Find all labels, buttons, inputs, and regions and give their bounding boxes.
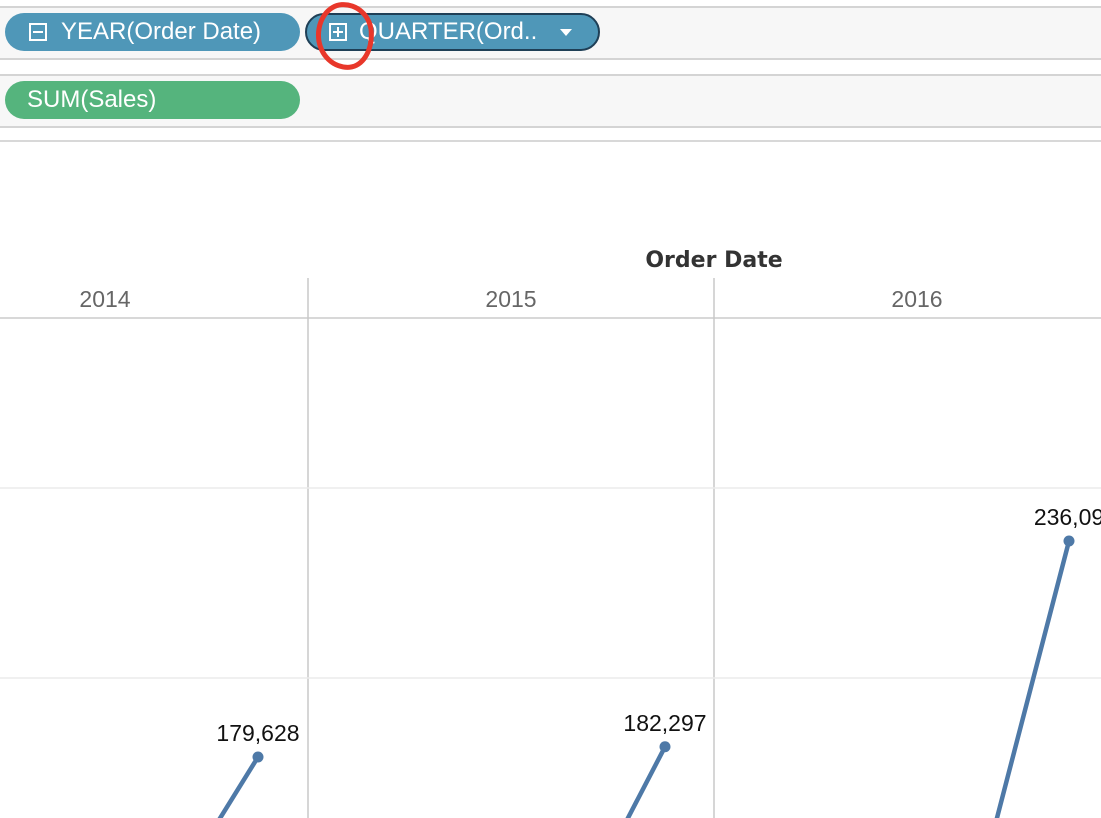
chart-area: Order Date 2014 2015 2016 179,628 182,297 23… [0, 142, 1101, 818]
line-segment-2015 [625, 744, 668, 818]
pill-label: YEAR(Order Date) [61, 18, 262, 45]
sum-sales-pill[interactable]: SUM(Sales) [5, 81, 300, 119]
columns-shelf: YEAR(Order Date) QUARTER(Ord.. [0, 6, 1101, 60]
caret-down-icon[interactable] [560, 29, 572, 36]
pill-label: QUARTER(Ord.. [359, 18, 538, 45]
expand-plus-icon[interactable] [329, 23, 347, 41]
quarter-order-date-pill[interactable]: QUARTER(Ord.. [305, 13, 600, 51]
data-point-2014-Q4[interactable] [252, 751, 264, 763]
column-header-title: Order Date [645, 248, 782, 273]
year-header-2015: 2015 [485, 286, 536, 312]
line-segment-2014 [217, 754, 261, 818]
data-label-2015: 182,297 [623, 710, 706, 736]
rows-shelf: SUM(Sales) [0, 74, 1101, 128]
line-chart: Order Date 2014 2015 2016 179,628 182,297 23… [0, 248, 1101, 818]
year-header-2016: 2016 [891, 286, 942, 312]
data-point-2015-Q4[interactable] [659, 741, 671, 753]
collapse-minus-icon[interactable] [29, 23, 47, 41]
data-point-2016-Q4[interactable] [1063, 535, 1075, 547]
year-header-2014: 2014 [79, 286, 130, 312]
year-order-date-pill[interactable]: YEAR(Order Date) [5, 13, 300, 51]
pill-label: SUM(Sales) [27, 86, 157, 113]
data-label-2016: 236,09 [1034, 504, 1101, 530]
line-segment-2016 [994, 538, 1072, 818]
data-label-2014: 179,628 [216, 720, 299, 746]
